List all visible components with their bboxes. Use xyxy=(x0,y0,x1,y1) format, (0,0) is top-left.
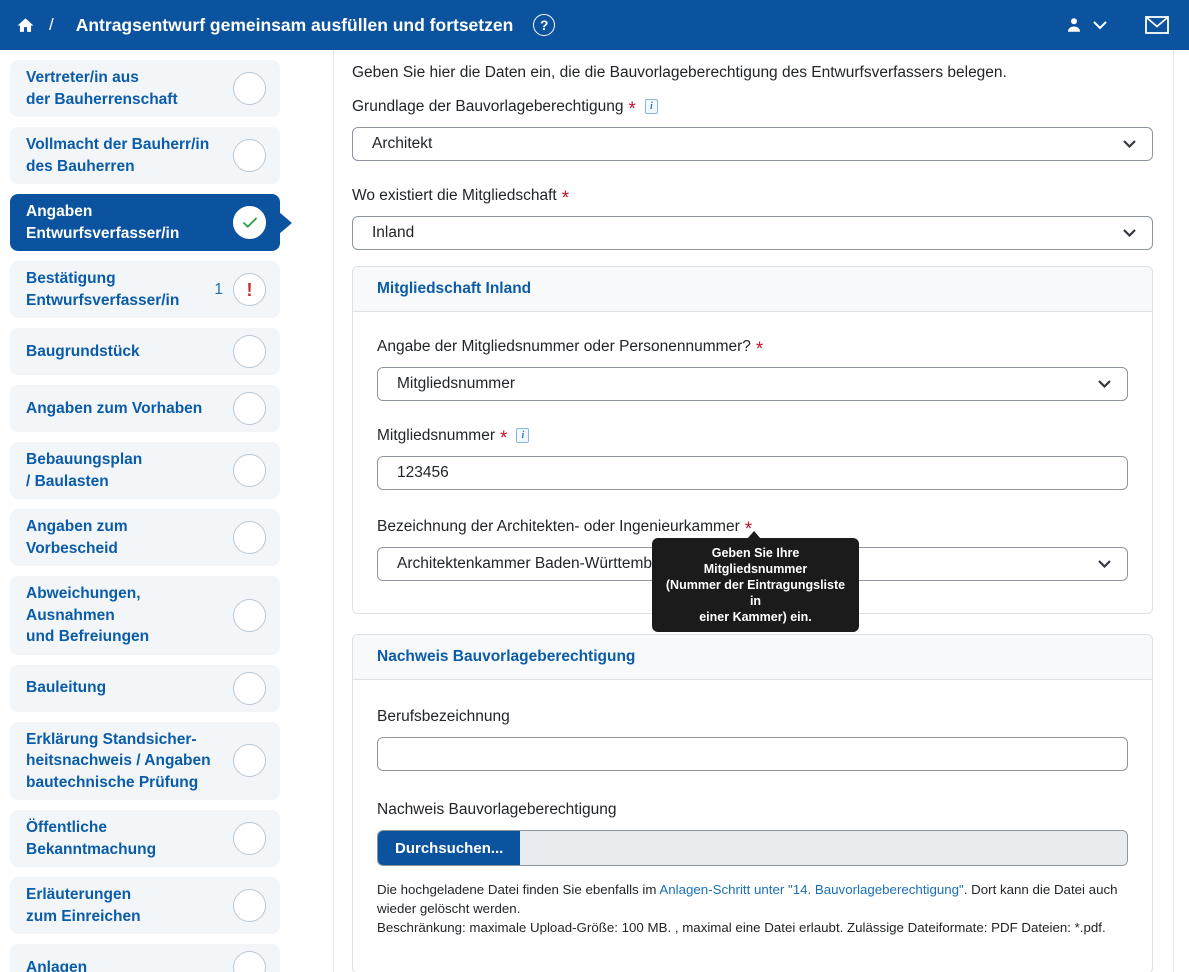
berufsbezeichnung-label: Berufsbezeichnung xyxy=(377,706,1128,728)
sidebar-item-bebauungsplan[interactable]: Bebauungsplan / Baulasten xyxy=(10,442,280,499)
file-upload-control[interactable]: Durchsuchen... xyxy=(377,830,1128,866)
step-status-empty-icon xyxy=(233,139,266,172)
step-status-empty-icon xyxy=(233,889,266,922)
file-upload-track xyxy=(520,831,1127,865)
card-nachweis-bauvorlageberechtigung: Nachweis Bauvorlageberechtigung Berufsbe… xyxy=(352,634,1153,972)
step-status-empty-icon xyxy=(233,335,266,368)
step-status-empty-icon xyxy=(233,454,266,487)
step-status-empty-icon xyxy=(233,951,266,972)
step-status-empty-icon xyxy=(233,822,266,855)
sidebar-item-baugrundstueck[interactable]: Baugrundstück xyxy=(10,328,280,375)
user-icon xyxy=(1065,16,1083,34)
home-icon[interactable] xyxy=(16,16,35,35)
sidebar-item-abweichungen[interactable]: Abweichungen, Ausnahmen und Befreiungen xyxy=(10,576,280,655)
sidebar-item-vollmacht[interactable]: Vollmacht der Bauherr/in des Bauherren xyxy=(10,127,280,184)
info-icon[interactable]: i xyxy=(516,428,529,443)
angabe-nummer-select[interactable]: Mitgliedsnummer xyxy=(377,367,1128,401)
app-header: / Antragsentwurf gemeinsam ausfüllen und… xyxy=(0,0,1189,50)
card-title: Mitgliedschaft Inland xyxy=(353,267,1152,312)
sidebar-item-erlaeuterungen[interactable]: Erläuterungen zum Einreichen xyxy=(10,877,280,934)
card-title: Nachweis Bauvorlageberechtigung xyxy=(353,635,1152,680)
exclamation-icon: ! xyxy=(233,273,266,306)
sidebar-item-vertreter[interactable]: Vertreter/in aus der Bauherrenschaft xyxy=(10,60,280,117)
chevron-down-icon xyxy=(1093,21,1107,30)
select-chevron-icon xyxy=(1098,560,1111,568)
step-status-empty-icon xyxy=(233,392,266,425)
page-title: Antragsentwurf gemeinsam ausfüllen und f… xyxy=(76,15,514,36)
required-asterisk: * xyxy=(756,345,763,355)
angabe-nummer-label: Angabe der Mitgliedsnummer oder Personen… xyxy=(377,336,1128,358)
step-status-empty-icon xyxy=(233,521,266,554)
error-count-badge: 1 xyxy=(214,281,223,299)
step-status-empty-icon xyxy=(233,744,266,777)
select-chevron-icon xyxy=(1123,140,1136,148)
upload-label: Nachweis Bauvorlageberechtigung xyxy=(377,799,1128,821)
select-chevron-icon xyxy=(1123,229,1136,237)
mitgliedsnummer-input[interactable] xyxy=(397,464,1108,482)
grundlage-label: Grundlage der Bauvorlageberechtigung * i xyxy=(352,96,1153,118)
required-asterisk: * xyxy=(628,105,635,115)
required-asterisk: * xyxy=(500,434,507,444)
anlagen-schritt-link[interactable]: Anlagen-Schritt unter "14. Bauvorlageber… xyxy=(659,882,963,897)
mail-icon[interactable] xyxy=(1145,16,1169,34)
info-icon[interactable]: i xyxy=(645,99,658,114)
mitgliedsnummer-tooltip: Geben Sie Ihre Mitgliedsnummer (Nummer d… xyxy=(652,538,859,632)
form-content: Geben Sie hier die Daten ein, die die Ba… xyxy=(333,50,1174,972)
browse-button[interactable]: Durchsuchen... xyxy=(378,831,520,865)
step-status-empty-icon xyxy=(233,672,266,705)
grundlage-select[interactable]: Architekt xyxy=(352,127,1153,161)
card-mitgliedschaft-inland: Mitgliedschaft Inland Angabe der Mitglie… xyxy=(352,266,1153,614)
step-status-empty-icon xyxy=(233,72,266,105)
sidebar-item-oeffentliche-bekanntmachung[interactable]: Öffentliche Bekanntmachung xyxy=(10,810,280,867)
step-status-empty-icon xyxy=(233,599,266,632)
mitgliedschaft-ort-select[interactable]: Inland xyxy=(352,216,1153,250)
help-icon[interactable]: ? xyxy=(533,14,555,36)
select-chevron-icon xyxy=(1098,380,1111,388)
sidebar-item-anlagen[interactable]: Anlagen xyxy=(10,944,280,972)
user-menu[interactable] xyxy=(1065,16,1107,34)
breadcrumb-separator: / xyxy=(49,15,54,35)
sidebar-item-angaben-vorhaben[interactable]: Angaben zum Vorhaben xyxy=(10,385,280,432)
sidebar-item-bestaetigung-entwurfsverfasser[interactable]: Bestätigung Entwurfsverfasser/in 1 ! xyxy=(10,261,280,318)
mitgliedschaft-ort-label: Wo existiert die Mitgliedschaft * xyxy=(352,185,1153,207)
sidebar-item-standsicherheitsnachweis[interactable]: Erklärung Standsicher- heitsnachweis / A… xyxy=(10,722,280,801)
mitgliedsnummer-label: Mitgliedsnummer * i xyxy=(377,425,1128,447)
berufsbezeichnung-input[interactable] xyxy=(397,745,1108,763)
sidebar-item-vorbescheid[interactable]: Angaben zum Vorbescheid xyxy=(10,509,280,566)
form-intro-text: Geben Sie hier die Daten ein, die die Ba… xyxy=(352,62,1153,84)
sidebar-item-angaben-entwurfsverfasser[interactable]: Angaben Entwurfsverfasser/in xyxy=(10,194,280,251)
required-asterisk: * xyxy=(562,194,569,204)
upload-hints: Die hochgeladene Datei finden Sie ebenfa… xyxy=(377,880,1128,937)
sidebar-item-bauleitung[interactable]: Bauleitung xyxy=(10,665,280,712)
step-sidebar: Vertreter/in aus der Bauherrenschaft Vol… xyxy=(10,50,280,972)
check-icon xyxy=(233,206,266,239)
